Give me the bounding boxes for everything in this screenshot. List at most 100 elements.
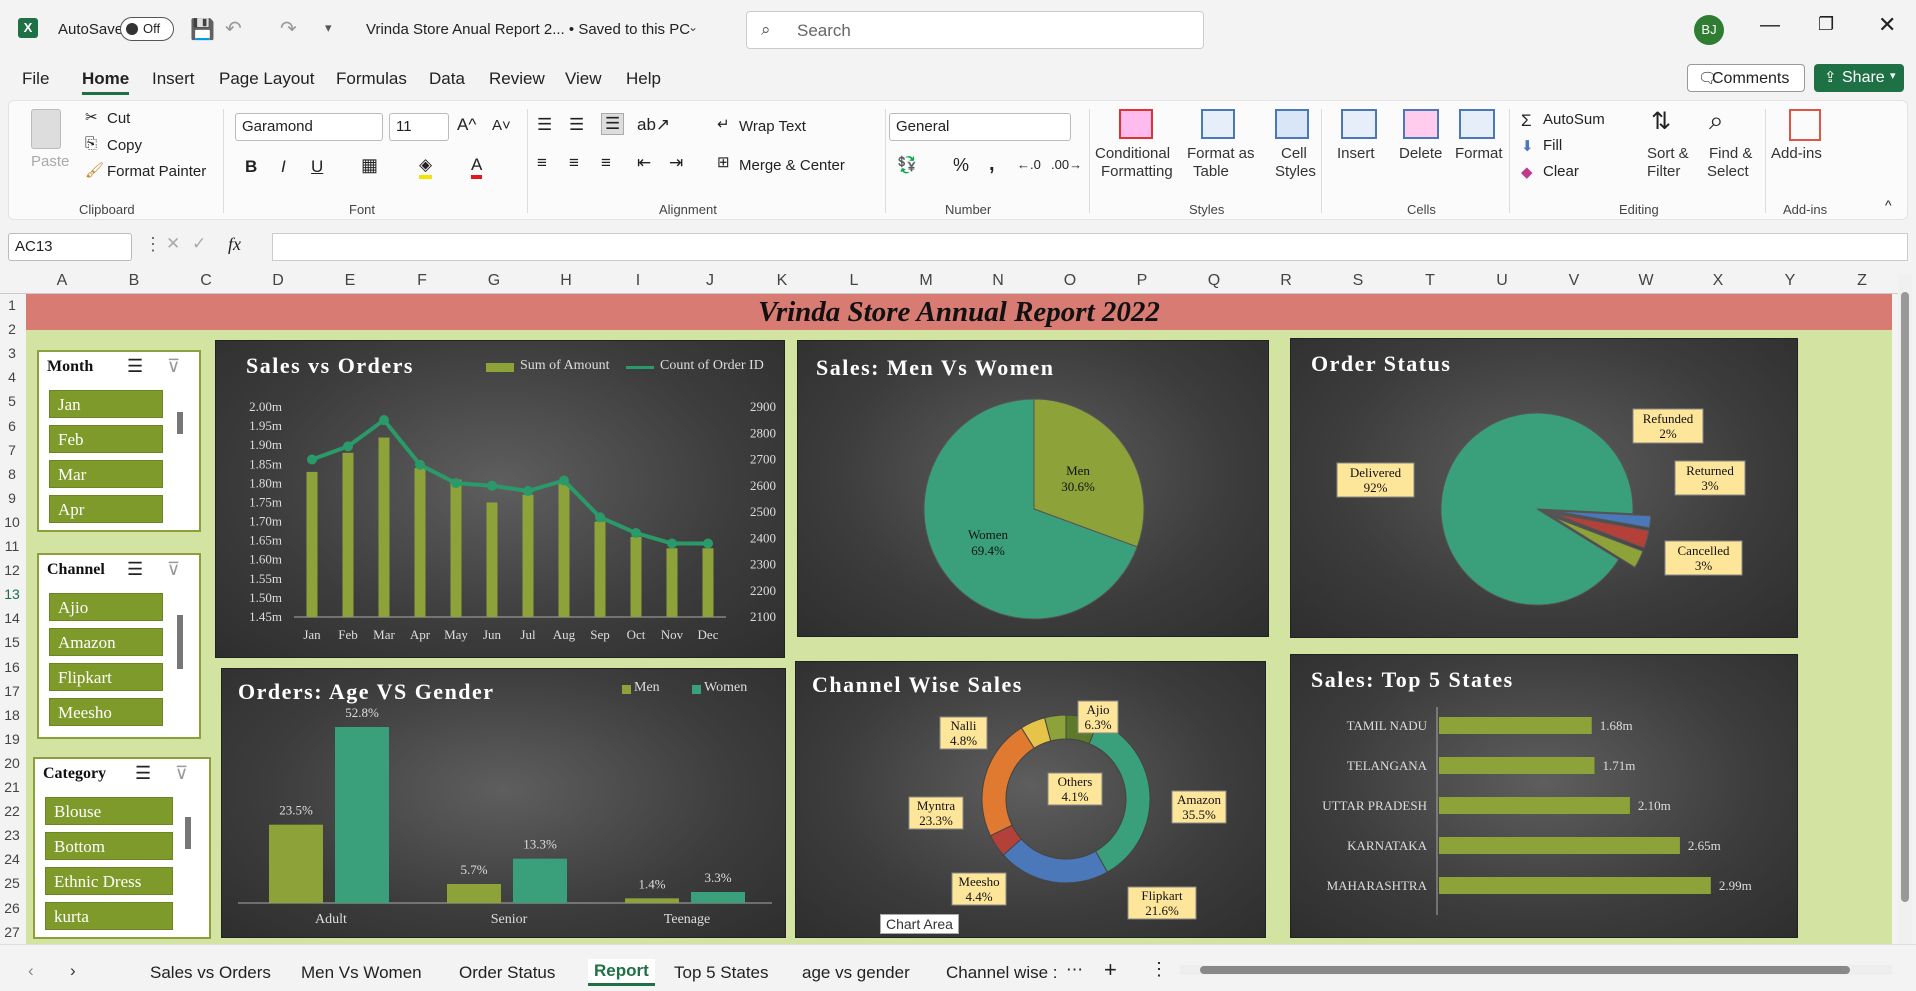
- align-left-icon[interactable]: ≡: [537, 153, 547, 173]
- sheet-tab[interactable]: Order Status: [459, 963, 555, 983]
- clear-filter-icon[interactable]: ⊽: [167, 356, 180, 377]
- horizontal-scrollbar[interactable]: [1180, 965, 1892, 975]
- column-header-y[interactable]: Y: [1754, 272, 1826, 290]
- font-size-select[interactable]: 11: [389, 113, 449, 141]
- column-header-d[interactable]: D: [242, 272, 314, 290]
- minimize-icon[interactable]: —: [1760, 14, 1780, 37]
- save-icon[interactable]: 💾: [190, 17, 215, 42]
- copy-button[interactable]: Copy: [107, 137, 142, 154]
- percent-button[interactable]: %: [953, 155, 969, 176]
- row-header-2[interactable]: 2: [0, 321, 24, 337]
- column-header-s[interactable]: S: [1322, 272, 1394, 290]
- accounting-icon[interactable]: 💱: [897, 155, 917, 175]
- row-header-6[interactable]: 6: [0, 418, 24, 434]
- orientation-icon[interactable]: ab↗: [637, 115, 670, 135]
- increase-decimal-icon[interactable]: ←.0: [1017, 157, 1041, 172]
- column-header-b[interactable]: B: [98, 272, 170, 290]
- multi-select-icon[interactable]: ☰: [127, 356, 143, 377]
- name-box[interactable]: AC13: [8, 233, 132, 261]
- shrink-font-icon[interactable]: A˅: [492, 117, 511, 134]
- tab-home[interactable]: Home: [82, 69, 130, 95]
- restore-icon[interactable]: ❐: [1818, 14, 1834, 35]
- column-header-a[interactable]: A: [26, 272, 98, 290]
- slicer-scrollbar[interactable]: [177, 615, 183, 669]
- row-header-8[interactable]: 8: [0, 466, 24, 482]
- vertical-scroll-thumb[interactable]: [1901, 292, 1909, 902]
- multi-select-icon[interactable]: ☰: [127, 559, 143, 580]
- column-header-e[interactable]: E: [314, 272, 386, 290]
- column-header-q[interactable]: Q: [1178, 272, 1250, 290]
- grow-font-icon[interactable]: A^: [457, 115, 476, 135]
- sheet-tab[interactable]: Top 5 States: [674, 963, 769, 983]
- tab-data[interactable]: Data: [429, 69, 465, 89]
- more-options-icon[interactable]: ⋮: [144, 234, 162, 255]
- cut-button[interactable]: Cut: [107, 110, 130, 127]
- slicer-item[interactable]: Ethnic Dress: [45, 867, 173, 895]
- align-center-icon[interactable]: ≡: [569, 153, 579, 173]
- row-header-4[interactable]: 4: [0, 369, 24, 385]
- row-header-16[interactable]: 16: [0, 659, 24, 675]
- prev-sheet-icon[interactable]: ‹: [28, 961, 34, 981]
- row-header-10[interactable]: 10: [0, 514, 24, 530]
- paste-icon[interactable]: [31, 109, 61, 149]
- autosave-toggle[interactable]: Off: [120, 17, 174, 41]
- slicer-item[interactable]: Bottom: [45, 832, 173, 860]
- row-header-27[interactable]: 27: [0, 924, 24, 940]
- age-vs-gender-chart[interactable]: Orders: Age VS Gender Men Women 23.5% 52.…: [221, 668, 786, 938]
- slicer-item[interactable]: Flipkart: [49, 663, 163, 691]
- slicer-item[interactable]: Amazon: [49, 628, 163, 656]
- next-sheet-icon[interactable]: ›: [70, 961, 76, 981]
- close-icon[interactable]: ✕: [1878, 12, 1896, 38]
- italic-button[interactable]: I: [281, 157, 286, 177]
- fill-button[interactable]: Fill: [1543, 137, 1562, 154]
- sheet-tab[interactable]: age vs gender: [802, 963, 910, 983]
- tab-review[interactable]: Review: [489, 69, 545, 89]
- channel-sales-chart[interactable]: Channel Wise Sales Ajio 6.3% Amazon 35.5% Fl…: [795, 661, 1266, 938]
- slicer-item[interactable]: Meesho: [49, 698, 163, 726]
- column-header-f[interactable]: F: [386, 272, 458, 290]
- column-header-z[interactable]: Z: [1826, 272, 1898, 290]
- tab-view[interactable]: View: [565, 69, 602, 89]
- number-format-select[interactable]: General: [889, 113, 1071, 141]
- align-top-icon[interactable]: ☰: [537, 115, 552, 135]
- find-select-button[interactable]: Find &: [1709, 145, 1752, 162]
- slicer-item[interactable]: Blouse: [45, 797, 173, 825]
- wrap-text-button[interactable]: Wrap Text: [739, 118, 806, 135]
- column-header-u[interactable]: U: [1466, 272, 1538, 290]
- column-header-h[interactable]: H: [530, 272, 602, 290]
- format-as-table-button[interactable]: Format as: [1187, 145, 1255, 162]
- conditional-formatting-button[interactable]: Conditional: [1095, 145, 1170, 162]
- font-color-icon[interactable]: A: [471, 155, 483, 179]
- row-header-18[interactable]: 18: [0, 707, 24, 723]
- slicer-item[interactable]: Ajio: [49, 593, 163, 621]
- row-header-19[interactable]: 19: [0, 731, 24, 747]
- title-dropdown-icon[interactable]: ⌄: [688, 20, 698, 34]
- column-header-k[interactable]: K: [746, 272, 818, 290]
- row-header-3[interactable]: 3: [0, 345, 24, 361]
- category-slicer[interactable]: Category ☰ ⊽ Blouse Bottom Ethnic Dress …: [33, 757, 211, 939]
- bold-button[interactable]: B: [245, 157, 257, 177]
- column-header-p[interactable]: P: [1106, 272, 1178, 290]
- row-header-15[interactable]: 15: [0, 634, 24, 650]
- insert-cells-button[interactable]: Insert: [1337, 145, 1375, 162]
- search-box[interactable]: ⌕ Search: [746, 11, 1204, 49]
- column-header-i[interactable]: I: [602, 272, 674, 290]
- sheet-tab[interactable]: Sales vs Orders: [150, 963, 271, 983]
- customize-toolbar-icon[interactable]: ▾: [325, 20, 332, 36]
- underline-button[interactable]: U: [311, 157, 323, 177]
- slicer-item[interactable]: Apr: [49, 495, 163, 523]
- men-vs-women-chart[interactable]: Sales: Men Vs Women Men 30.6% Women 69.4%: [797, 340, 1269, 637]
- add-sheet-icon[interactable]: +: [1104, 957, 1117, 983]
- sheet-tab[interactable]: Men Vs Women: [301, 963, 422, 983]
- slicer-item[interactable]: Feb: [49, 425, 163, 453]
- column-header-r[interactable]: R: [1250, 272, 1322, 290]
- horizontal-scroll-thumb[interactable]: [1200, 966, 1850, 974]
- tab-insert[interactable]: Insert: [152, 69, 195, 89]
- share-button[interactable]: ⇪ Share ▾: [1814, 64, 1904, 92]
- column-header-v[interactable]: V: [1538, 272, 1610, 290]
- format-cells-button[interactable]: Format: [1455, 145, 1503, 162]
- align-right-icon[interactable]: ≡: [601, 153, 611, 173]
- row-header-23[interactable]: 23: [0, 827, 24, 843]
- sheet-tab[interactable]: Report: [588, 959, 655, 986]
- column-header-o[interactable]: O: [1034, 272, 1106, 290]
